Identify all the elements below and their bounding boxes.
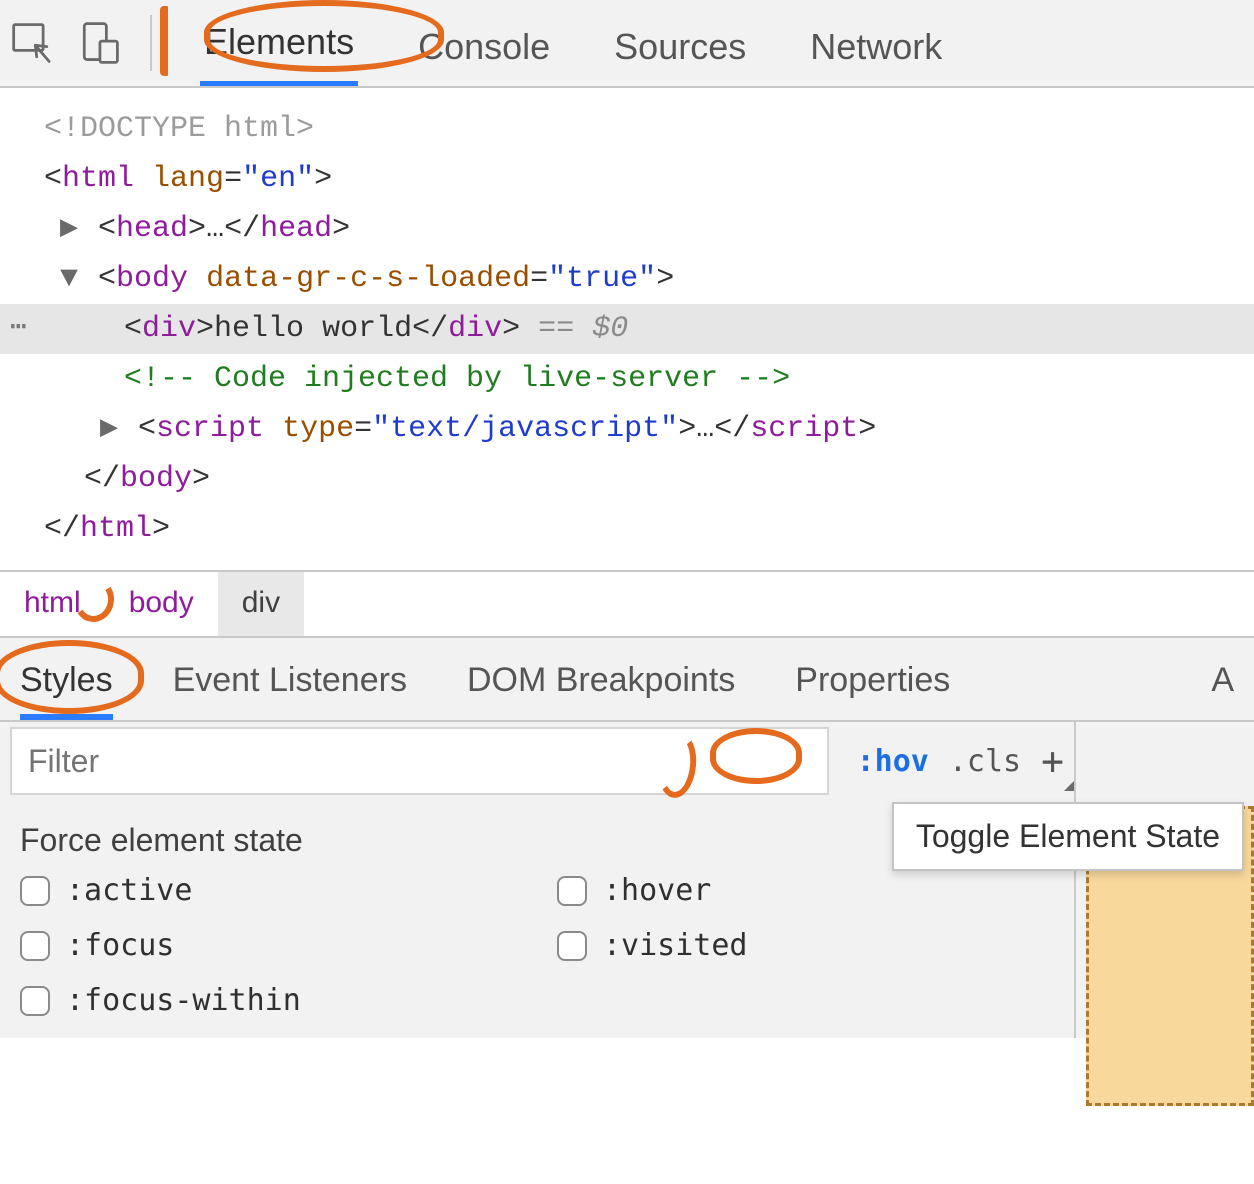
dom-selected-node[interactable]: ⋯ <div>hello world</div> == $0: [0, 304, 1254, 354]
crumb-body[interactable]: body: [105, 572, 218, 636]
checkbox-icon[interactable]: [557, 931, 587, 961]
toggle-device-toolbar-icon[interactable]: [76, 20, 122, 66]
checkbox-icon[interactable]: [20, 931, 50, 961]
tab-elements[interactable]: Elements: [200, 21, 358, 86]
dom-head[interactable]: ▶ <head>…</head>: [44, 204, 1234, 254]
expand-icon[interactable]: ▶: [60, 204, 80, 254]
subtab-overflow[interactable]: A: [1211, 661, 1234, 720]
dom-html-open[interactable]: <html lang="en">: [44, 154, 1234, 204]
tab-network[interactable]: Network: [806, 26, 946, 86]
state-focus-within[interactable]: :focus-within: [20, 983, 517, 1018]
dom-html-close[interactable]: </html>: [44, 504, 1234, 554]
tab-console[interactable]: Console: [414, 26, 554, 86]
dom-body-close[interactable]: </body>: [44, 454, 1234, 504]
styles-filter-input[interactable]: [10, 727, 829, 795]
subtab-styles[interactable]: Styles: [20, 661, 113, 720]
checkbox-icon[interactable]: [557, 876, 587, 906]
toolbar-tabs: Elements Console Sources Network: [200, 0, 946, 86]
dom-body-open[interactable]: ▼ <body data-gr-c-s-loaded="true">: [44, 254, 1234, 304]
node-actions-icon[interactable]: ⋯: [10, 304, 27, 354]
dom-doctype[interactable]: <!DOCTYPE html>: [44, 104, 1234, 154]
styles-pane: :hov .cls + Toggle Element State Force e…: [0, 722, 1254, 1038]
dom-script[interactable]: ▶ <script type="text/javascript">…</scri…: [44, 404, 1234, 454]
toggle-hov-button[interactable]: :hov: [847, 738, 939, 785]
subtab-dom-breakpoints[interactable]: DOM Breakpoints: [467, 661, 735, 720]
state-focus[interactable]: :focus: [20, 928, 517, 963]
collapse-icon[interactable]: ▼: [60, 254, 80, 304]
state-visited[interactable]: :visited: [557, 928, 1054, 963]
subtab-properties[interactable]: Properties: [795, 661, 950, 720]
state-active[interactable]: :active: [20, 873, 517, 908]
tab-sources[interactable]: Sources: [610, 26, 750, 86]
crumb-html[interactable]: html: [0, 572, 105, 636]
toggle-cls-button[interactable]: .cls: [939, 738, 1031, 785]
state-hover[interactable]: :hover: [557, 873, 1054, 908]
dom-comment[interactable]: <!-- Code injected by live-server -->: [44, 354, 1234, 404]
dom-breadcrumb: html body div: [0, 572, 1254, 638]
subtab-event-listeners[interactable]: Event Listeners: [173, 661, 407, 720]
checkbox-icon[interactable]: [20, 986, 50, 1016]
annotation-tick: [160, 6, 170, 76]
styles-subtabs: Styles Event Listeners DOM Breakpoints P…: [0, 638, 1254, 722]
styles-filter-row: :hov .cls + Toggle Element State: [0, 722, 1074, 800]
expand-icon[interactable]: ▶: [100, 404, 120, 454]
inspect-element-icon[interactable]: [10, 20, 56, 66]
devtools-toolbar: Elements Console Sources Network: [0, 0, 1254, 88]
new-style-rule-button[interactable]: +: [1031, 733, 1074, 789]
checkbox-icon[interactable]: [20, 876, 50, 906]
box-model-pane: [1074, 722, 1254, 1038]
force-state-grid: :active :hover :focus :visited :focus-wi…: [0, 873, 1074, 1028]
hov-tooltip: Toggle Element State: [892, 802, 1244, 871]
toolbar-separator: [150, 15, 152, 71]
crumb-div[interactable]: div: [218, 572, 304, 636]
dom-tree[interactable]: <!DOCTYPE html> <html lang="en"> ▶ <head…: [0, 88, 1254, 572]
